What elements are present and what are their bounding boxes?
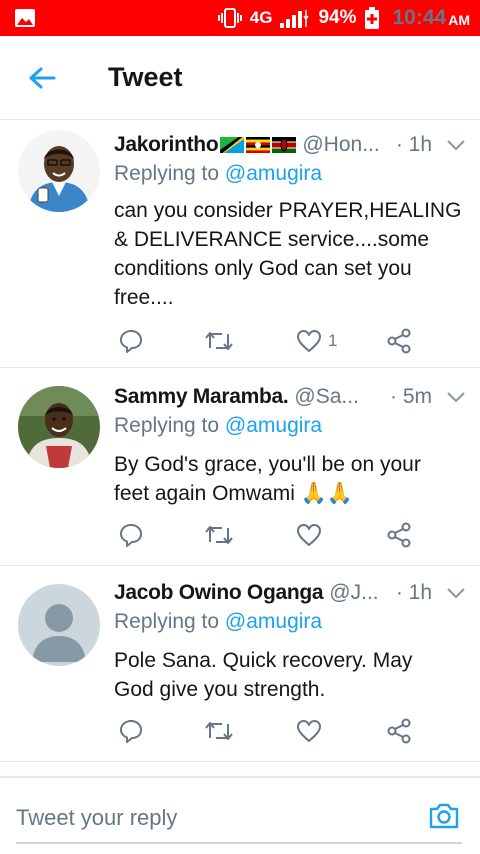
kenya-flag-icon [272,137,297,153]
heart-icon [297,524,321,546]
camera-button[interactable] [428,800,460,832]
status-bar: 4G 94% 10:44 AM [0,0,480,36]
retweet-icon [205,332,233,350]
mention-link[interactable]: @amugira [225,414,322,437]
signal-icon [280,10,310,28]
battery-percent: 94% [318,7,357,28]
replying-to: Replying to @amugira [114,610,322,634]
camera-icon [429,803,459,829]
reply-tweet[interactable]: Sammy Maramba. @Sa... · 5m Replying to @… [0,368,480,566]
avatar[interactable] [18,386,100,468]
gallery-notification-icon [15,9,35,27]
replying-prefix: Replying to [114,610,225,633]
reply-tweet[interactable]: Jakorintho @Hon... · 1h Replying to @amu… [0,120,480,368]
battery-charging-icon [364,7,379,29]
author-handle[interactable]: @J... [329,581,378,605]
author-handle[interactable]: @Sa... [294,385,359,409]
reply-input[interactable] [16,798,412,838]
reply-icon [120,330,142,353]
chevron-down-icon[interactable] [446,586,466,600]
reply-button[interactable] [118,326,144,356]
like-button[interactable] [296,716,328,746]
chevron-down-icon[interactable] [446,138,466,152]
tweet-time: · 5m [390,385,432,408]
vibrate-icon [217,8,242,28]
app-header: Tweet [0,36,480,120]
replying-prefix: Replying to [114,162,225,185]
tweet-time: · 1h [395,133,432,156]
input-underline [16,842,462,844]
mention-link[interactable]: @amugira [225,162,322,185]
tweet-time: · 1h [395,581,432,604]
tweet-text: can you consider PRAYER,HEALING & DELIVE… [114,199,462,309]
uganda-flag-icon [246,137,271,153]
network-type: 4G [249,8,273,27]
like-button[interactable] [296,520,328,550]
reply-icon [120,524,142,547]
author-name[interactable]: Jacob Owino Oganga [114,581,324,605]
retweet-icon [205,722,233,740]
reply-button[interactable] [118,716,144,746]
retweet-button[interactable] [204,716,234,746]
back-button[interactable] [22,60,62,96]
replying-prefix: Replying to [114,414,225,437]
clock-ampm: AM [448,12,470,28]
heart-icon [297,720,321,742]
avatar[interactable] [18,584,100,666]
reply-composer [0,776,480,854]
retweet-button[interactable] [204,520,234,550]
share-button[interactable] [386,520,412,550]
author-handle[interactable]: @Hon... [302,133,379,157]
replying-to: Replying to @amugira [114,414,322,438]
arrow-left-icon [29,67,56,89]
reply-icon [120,720,142,743]
author-name[interactable]: Sammy Maramba. [114,385,289,409]
heart-icon [297,330,321,352]
page-title: Tweet [108,62,183,92]
chevron-down-icon[interactable] [446,390,466,404]
share-icon [387,718,411,744]
share-button[interactable] [386,326,412,356]
replying-to: Replying to @amugira [114,162,322,186]
share-button[interactable] [386,716,412,746]
author-name[interactable]: Jakorintho [114,133,219,157]
tweet-text: By God's grace, you'll be on your feet a… [114,453,421,505]
like-button[interactable]: 1 [296,326,337,356]
tweet-text: Pole Sana. Quick recovery. May God give … [114,649,413,701]
share-icon [387,328,411,354]
name-flags [220,137,297,153]
retweet-button[interactable] [204,326,234,356]
tanzania-flag-icon [220,137,245,153]
reply-tweet[interactable]: Jacob Owino Oganga @J... · 1h Replying t… [0,566,480,762]
avatar[interactable] [18,130,100,212]
share-icon [387,522,411,548]
clock-time: 10:44 [392,6,447,29]
like-count: 1 [328,331,338,350]
mention-link[interactable]: @amugira [225,610,322,633]
reply-button[interactable] [118,520,144,550]
retweet-icon [205,526,233,544]
default-avatar-icon [18,584,100,666]
